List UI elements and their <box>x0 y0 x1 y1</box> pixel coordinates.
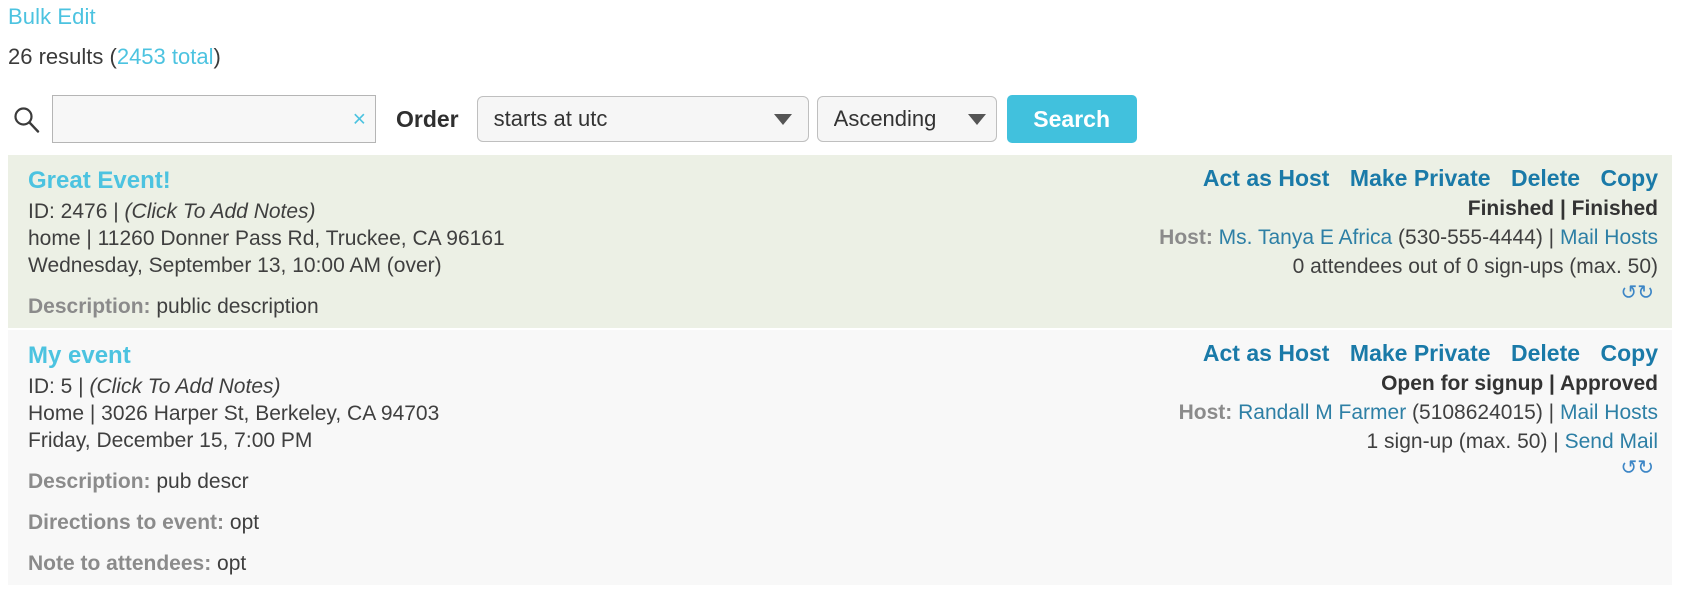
add-notes-link[interactable]: (Click To Add Notes) <box>125 200 316 223</box>
field-key: Description: <box>28 295 151 318</box>
results-total-link[interactable]: 2453 total <box>117 44 214 69</box>
search-input[interactable] <box>52 95 376 143</box>
event-id-line: ID: 2476 | (Click To Add Notes) <box>28 198 1008 225</box>
bulk-edit-page: Bulk Edit 26 results (2453 total) × Orde… <box>0 0 1704 604</box>
clear-search-icon[interactable]: × <box>353 107 366 131</box>
chevron-down-icon <box>967 113 986 125</box>
make-private-link[interactable]: Make Private <box>1350 340 1491 366</box>
act-as-host-link[interactable]: Act as Host <box>1203 340 1330 366</box>
event-datetime: Friday, December 15, 7:00 PM <box>28 429 313 452</box>
search-icon <box>0 93 52 145</box>
delete-link[interactable]: Delete <box>1511 165 1580 191</box>
host-name-link[interactable]: Randall M Farmer <box>1238 401 1406 424</box>
copy-link[interactable]: Copy <box>1601 165 1659 191</box>
order-label: Order <box>396 105 459 132</box>
sort-direction-value: Ascending <box>833 106 937 131</box>
event-id: ID: 2476 | <box>28 200 119 223</box>
send-mail-link[interactable]: Send Mail <box>1565 430 1658 453</box>
host-label: Host: <box>1178 401 1233 424</box>
breadcrumb-bulk-edit[interactable]: Bulk Edit <box>8 4 96 30</box>
event-title-link[interactable]: My event <box>28 342 131 370</box>
event-card: My event ID: 5 | (Click To Add Notes) Ho… <box>8 330 1672 585</box>
host-separator: | <box>1548 401 1555 424</box>
refresh-icon[interactable]: ↺↻ <box>958 458 1658 478</box>
field-value: opt <box>217 552 247 575</box>
search-button[interactable]: Search <box>1006 95 1137 143</box>
host-label: Host: <box>1159 226 1213 249</box>
event-details: Great Event! ID: 2476 | (Click To Add No… <box>28 165 1008 320</box>
event-field: Description: pub descr <box>28 469 1008 495</box>
signups-line: 1 sign-up (max. 50) | Send Mail <box>958 430 1658 454</box>
event-action-links: Act as Host Make Private Delete Copy <box>958 340 1658 367</box>
field-key: Directions to event: <box>28 511 225 534</box>
copy-link[interactable]: Copy <box>1601 340 1659 366</box>
event-action-links: Act as Host Make Private Delete Copy <box>958 165 1658 192</box>
event-id: ID: 5 | <box>28 375 84 398</box>
order-by-value: starts at utc <box>493 106 608 131</box>
event-actions-panel: Act as Host Make Private Delete Copy Fin… <box>958 165 1658 303</box>
signups-count: 1 sign-up (max. 50) <box>1366 430 1548 453</box>
status-badge: Open for signup | Approved <box>1381 372 1658 395</box>
host-separator: | <box>1548 226 1555 249</box>
delete-link[interactable]: Delete <box>1511 340 1580 366</box>
results-count-prefix: 26 results ( <box>8 44 117 69</box>
field-key: Note to attendees: <box>28 552 212 575</box>
search-toolbar: × Order starts at utc Ascending Search <box>0 93 1137 145</box>
host-phone: (5108624015) <box>1412 401 1543 424</box>
make-private-link[interactable]: Make Private <box>1350 165 1491 191</box>
event-location: Home | 3026 Harper St, Berkeley, CA 9470… <box>28 402 440 425</box>
mail-hosts-link[interactable]: Mail Hosts <box>1560 226 1658 249</box>
results-count-suffix: ) <box>213 44 221 69</box>
host-phone: (530-555-4444) <box>1398 226 1543 249</box>
chevron-down-icon <box>773 113 792 125</box>
status-badge: Finished | Finished <box>1467 197 1658 220</box>
host-name-link[interactable]: Ms. Tanya E Africa <box>1219 226 1393 249</box>
mail-hosts-link[interactable]: Mail Hosts <box>1560 401 1658 424</box>
event-card: Great Event! ID: 2476 | (Click To Add No… <box>8 155 1672 328</box>
refresh-icon[interactable]: ↺↻ <box>958 283 1658 303</box>
event-list: Great Event! ID: 2476 | (Click To Add No… <box>8 155 1672 587</box>
signups-line: 0 attendees out of 0 sign-ups (max. 50) <box>958 255 1658 279</box>
event-datetime: Wednesday, September 13, 10:00 AM (over) <box>28 254 442 277</box>
field-key: Description: <box>28 470 151 493</box>
event-details: My event ID: 5 | (Click To Add Notes) Ho… <box>28 340 1008 577</box>
act-as-host-link[interactable]: Act as Host <box>1203 165 1330 191</box>
event-field: Description: public description <box>28 294 1008 320</box>
event-title-link[interactable]: Great Event! <box>28 167 171 195</box>
event-field: Note to attendees: opt <box>28 551 1008 577</box>
field-value: opt <box>229 511 260 534</box>
order-by-select[interactable]: starts at utc <box>476 96 809 142</box>
event-field: Directions to event: opt <box>28 510 1008 536</box>
search-field-wrapper: × <box>52 95 376 143</box>
host-line: Host: Randall M Farmer (5108624015) | Ma… <box>958 401 1658 425</box>
add-notes-link[interactable]: (Click To Add Notes) <box>89 375 280 398</box>
event-location: home | 11260 Donner Pass Rd, Truckee, CA… <box>28 227 505 250</box>
sort-direction-select[interactable]: Ascending <box>816 96 997 142</box>
event-id-line: ID: 5 | (Click To Add Notes) <box>28 373 1008 400</box>
signups-count: 0 attendees out of 0 sign-ups (max. 50) <box>1292 255 1658 278</box>
host-line: Host: Ms. Tanya E Africa (530-555-4444) … <box>958 226 1658 250</box>
event-actions-panel: Act as Host Make Private Delete Copy Ope… <box>958 340 1658 478</box>
field-value: public description <box>156 295 319 318</box>
field-value: pub descr <box>156 470 249 493</box>
signups-separator: | <box>1553 430 1559 453</box>
results-count: 26 results (2453 total) <box>8 44 221 70</box>
